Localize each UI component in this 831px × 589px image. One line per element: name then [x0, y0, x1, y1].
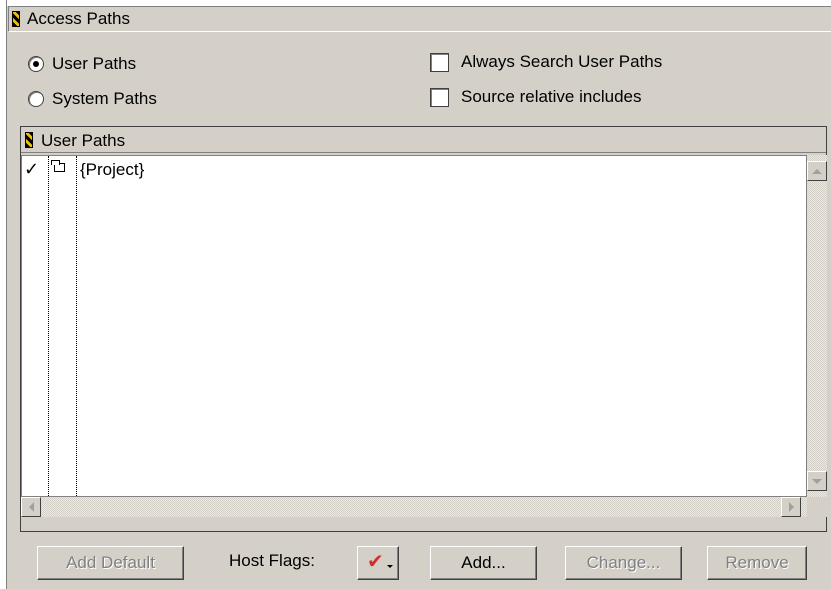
system-paths-radio[interactable]: System Paths: [28, 89, 157, 109]
user-paths-radio-label: User Paths: [52, 54, 137, 73]
path-text: {Project}: [80, 160, 145, 179]
user-paths-group: User Paths ✓ {Project}: [20, 126, 827, 532]
source-relative-includes-checkbox[interactable]: Source relative includes: [430, 87, 641, 107]
section-marker-icon: [25, 132, 33, 148]
column-divider: [76, 156, 77, 498]
folder-icon: [51, 160, 65, 172]
left-border: [0, 0, 7, 589]
arrow-left-icon: [28, 502, 34, 512]
user-paths-header: User Paths: [21, 127, 826, 153]
enabled-check-icon[interactable]: ✓: [24, 160, 39, 178]
change-button[interactable]: Change...: [565, 546, 682, 580]
vertical-scrollbar[interactable]: [807, 155, 827, 497]
user-paths-radio[interactable]: User Paths: [28, 54, 136, 74]
section-marker-icon: [12, 11, 20, 27]
check-mark-icon: ✔: [367, 551, 384, 573]
scroll-up-button[interactable]: [807, 161, 827, 181]
host-flags-button[interactable]: ✔: [357, 546, 399, 580]
arrow-right-icon: [788, 502, 794, 512]
column-divider: [48, 156, 49, 498]
user-paths-list[interactable]: ✓ {Project}: [21, 155, 807, 498]
source-relative-label: Source relative includes: [461, 87, 642, 106]
scroll-left-button[interactable]: [21, 497, 41, 517]
list-item[interactable]: ✓ {Project}: [22, 156, 806, 182]
arrow-down-icon: [812, 478, 822, 484]
dropdown-arrow-icon: [387, 565, 393, 568]
arrow-up-icon: [812, 168, 822, 174]
scrollbar-corner: [807, 497, 827, 517]
always-search-label: Always Search User Paths: [461, 52, 663, 71]
remove-button[interactable]: Remove: [707, 546, 807, 580]
access-paths-header: Access Paths: [8, 6, 831, 32]
horizontal-scrollbar[interactable]: [21, 497, 807, 517]
checkbox[interactable]: [430, 52, 449, 72]
scroll-right-button[interactable]: [781, 497, 801, 517]
add-default-button[interactable]: Add Default: [37, 546, 184, 580]
access-paths-title: Access Paths: [27, 9, 130, 28]
add-button[interactable]: Add...: [430, 546, 537, 580]
system-paths-radio-label: System Paths: [52, 89, 157, 108]
user-paths-title: User Paths: [41, 131, 126, 150]
scroll-down-button[interactable]: [807, 471, 827, 491]
radio-button[interactable]: [28, 91, 44, 107]
radio-button-selected[interactable]: [28, 56, 44, 72]
checkbox[interactable]: [430, 87, 449, 107]
always-search-user-paths-checkbox[interactable]: Always Search User Paths: [430, 52, 662, 72]
host-flags-label: Host Flags:: [229, 551, 315, 570]
